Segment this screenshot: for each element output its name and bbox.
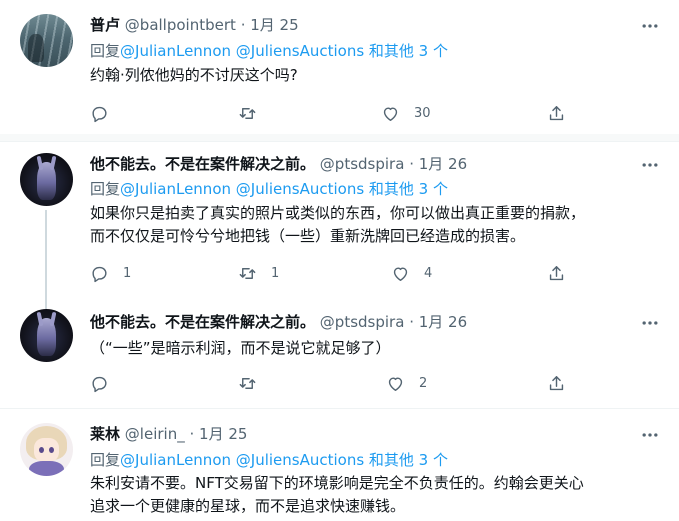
reply-to-line: 回复@JulianLennon @JuliensAuctions 和其他 3 个 xyxy=(90,450,448,470)
like-count: 4 xyxy=(424,265,433,281)
tweet-date[interactable]: 1月 25 xyxy=(250,16,298,34)
reply-icon xyxy=(92,376,107,392)
avatar[interactable] xyxy=(20,153,73,206)
reply-to-links[interactable]: @JulianLennon @JuliensAuctions 和其他 3 个 xyxy=(120,42,448,60)
tweet-text: 约翰·列侬他妈的不讨厌这个吗? xyxy=(90,66,298,84)
share-button[interactable] xyxy=(547,373,566,393)
more-options-icon[interactable] xyxy=(640,313,660,333)
share-icon xyxy=(549,105,564,120)
like-button[interactable]: 2 xyxy=(386,373,427,393)
reply-to-links[interactable]: @JulianLennon @JuliensAuctions 和其他 3 个 xyxy=(120,180,448,198)
handle[interactable]: @leirin_ xyxy=(125,425,185,443)
tweet[interactable]: 他不能去。不是在案件解决之前。 @ptsdspira · 1月 26 （“一些”… xyxy=(0,300,679,408)
reply-to-label: 回复 xyxy=(90,180,121,198)
reply-to-line: 回复@JulianLennon @JuliensAuctions 和其他 3 个 xyxy=(90,41,448,61)
tweet-header: 莱林 @leirin_ · 1月 25 xyxy=(90,424,247,444)
tweet[interactable]: 莱林 @leirin_ · 1月 25 回复@JulianLennon @Jul… xyxy=(0,409,679,521)
retweet-button[interactable]: 1 xyxy=(238,263,279,283)
display-name[interactable]: 普卢 xyxy=(90,16,120,34)
tweet-actions: 1 1 4 xyxy=(90,263,590,283)
handle[interactable]: @ballpointbert xyxy=(125,16,236,34)
tweet-text: （“一些”是暗示利润，而不是说它就足够了） xyxy=(90,339,391,357)
tweet-date[interactable]: 1月 26 xyxy=(419,155,467,173)
reply-button[interactable] xyxy=(90,103,123,123)
like-count: 30 xyxy=(414,105,431,121)
more-options-icon[interactable] xyxy=(640,16,660,36)
retweet-button[interactable] xyxy=(238,103,271,123)
avatar[interactable] xyxy=(20,309,73,362)
heart-icon xyxy=(383,106,398,121)
tweet-actions: 2 xyxy=(90,373,590,393)
separator-dot: · xyxy=(409,313,414,331)
tweet-date[interactable]: 1月 26 xyxy=(419,313,467,331)
display-name[interactable]: 他不能去。不是在案件解决之前。 xyxy=(90,313,315,331)
avatar[interactable] xyxy=(20,423,73,476)
tweet-header: 他不能去。不是在案件解决之前。 @ptsdspira · 1月 26 xyxy=(90,154,467,174)
more-options-icon[interactable] xyxy=(640,155,660,175)
separator-dot: · xyxy=(240,16,246,34)
share-icon xyxy=(549,375,564,390)
share-button[interactable] xyxy=(547,263,566,283)
reply-to-label: 回复 xyxy=(90,42,121,60)
reply-button[interactable] xyxy=(90,373,123,393)
retweet-button[interactable] xyxy=(238,373,271,393)
avatar[interactable] xyxy=(20,14,73,67)
like-button[interactable]: 30 xyxy=(381,103,431,123)
share-icon xyxy=(549,265,564,280)
retweet-icon xyxy=(239,107,256,119)
display-name[interactable]: 莱林 xyxy=(90,425,120,443)
share-button[interactable] xyxy=(547,103,566,123)
tweet-text: 如果你只是拍卖了真实的照片或类似的东西，你可以做出真正重要的捐款， 而不仅仅是可… xyxy=(90,204,586,245)
tweet-text: 朱利安请不要。NFT交易留下的环境影响是完全不负责任的。约翰会更关心 追求一个更… xyxy=(90,474,584,515)
reply-to-label: 回复 xyxy=(90,451,121,469)
like-count: 2 xyxy=(419,375,428,391)
reply-to-links[interactable]: @JulianLennon @JuliensAuctions 和其他 3 个 xyxy=(120,451,448,469)
handle[interactable]: @ptsdspira xyxy=(320,155,405,173)
more-options-icon[interactable] xyxy=(640,425,660,445)
tweet-header: 普卢 @ballpointbert · 1月 25 xyxy=(90,15,299,35)
handle[interactable]: @ptsdspira xyxy=(320,313,405,331)
reply-to-line: 回复@JulianLennon @JuliensAuctions 和其他 3 个 xyxy=(90,179,448,199)
tweet-actions: 30 xyxy=(90,103,590,123)
retweet-icon xyxy=(239,377,256,389)
tweet-header: 他不能去。不是在案件解决之前。 @ptsdspira · 1月 26 xyxy=(90,312,467,332)
separator-dot: · xyxy=(409,155,414,173)
tweet-date[interactable]: 1月 25 xyxy=(199,425,247,443)
like-button[interactable]: 4 xyxy=(391,263,432,283)
section-divider xyxy=(0,134,679,141)
heart-icon xyxy=(388,376,403,391)
reply-icon xyxy=(92,266,107,282)
reply-button[interactable]: 1 xyxy=(90,263,131,283)
tweet[interactable]: 普卢 @ballpointbert · 1月 25 回复@JulianLenno… xyxy=(0,0,679,133)
retweet-icon xyxy=(239,267,256,279)
heart-icon xyxy=(393,266,408,281)
tweet[interactable]: 他不能去。不是在案件解决之前。 @ptsdspira · 1月 26 回复@Ju… xyxy=(0,142,679,298)
display-name[interactable]: 他不能去。不是在案件解决之前。 xyxy=(90,155,315,173)
reply-count: 1 xyxy=(123,265,132,281)
separator-dot: · xyxy=(189,425,195,443)
reply-icon xyxy=(92,106,107,122)
retweet-count: 1 xyxy=(271,265,280,281)
